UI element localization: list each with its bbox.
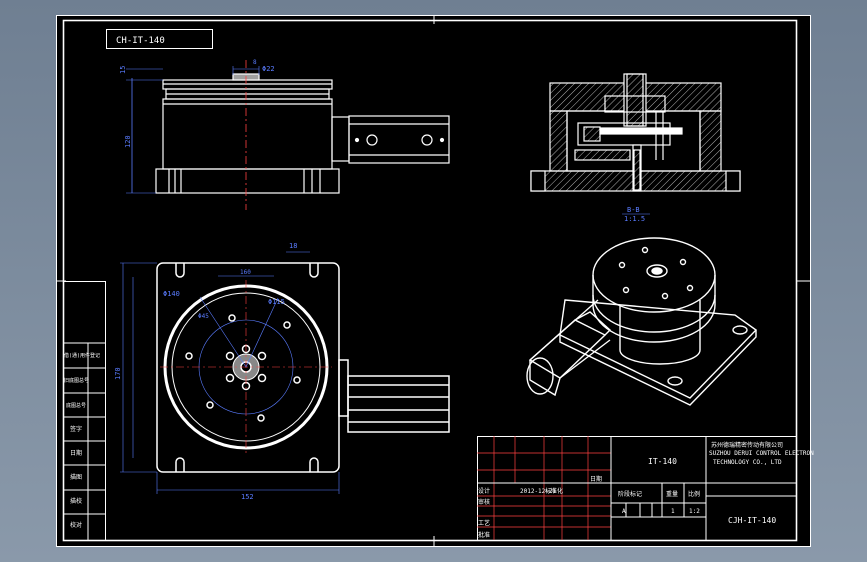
dim-plan-height: 170 (114, 367, 122, 380)
part-name: IT-140 (648, 457, 677, 466)
label-check: 审核 (478, 498, 490, 506)
section-label: B-B (627, 206, 640, 214)
drawing-number: CJH-IT-140 (728, 516, 776, 525)
left-label-1: 旧底图总号 (64, 377, 89, 384)
label-designer: 设计 (478, 487, 490, 495)
dim-plan-width: 152 (241, 493, 254, 501)
left-label-3: 签字 (70, 425, 82, 433)
cad-drawing-canvas[interactable]: CH-IT-140 借(通)用件登记 旧底图总号 底图总号 签字 日期 描图 描… (0, 0, 867, 562)
quantity-value: 1 (671, 508, 675, 515)
left-label-5: 描图 (70, 473, 82, 481)
left-label-2: 底图总号 (66, 402, 86, 409)
dim-plan-top: 18 (289, 242, 297, 250)
dim-plan-inner-width: 160 (240, 269, 251, 276)
company-name-cn: 苏州德瑞精密传动有限公司 (711, 441, 783, 449)
label-weight: 重量 (666, 490, 678, 498)
dim-plan-dia-big: Φ140 (163, 290, 180, 298)
label-standard: 标准化 (545, 487, 563, 495)
dim-plan-pcd: Φ45 (198, 313, 209, 320)
stage-value: A (622, 508, 626, 515)
label-scale: 比例 (688, 490, 700, 498)
dim-side-top: 15 (119, 66, 127, 74)
left-label-0: 借(通)用件登记 (64, 352, 100, 359)
company-name-en-2: TECHNOLOGY CO., LTD (713, 459, 782, 466)
dim-plan-dia-inner: Φ115 (268, 298, 285, 306)
label-approve: 批准 (478, 531, 490, 539)
section-scale: 1:1.5 (624, 215, 645, 223)
label-date: 日期 (590, 475, 602, 483)
code-box-text: CH-IT-140 (116, 36, 165, 46)
label-stage-mark: 阶段标记 (618, 490, 642, 498)
dim-side-small: 8 (253, 59, 257, 66)
dim-side-dia: Φ22 (262, 65, 275, 73)
left-label-7: 校对 (70, 521, 82, 529)
section-view (530, 73, 741, 192)
cad-viewport[interactable]: CH-IT-140 借(通)用件登记 旧底图总号 底图总号 签字 日期 描图 描… (0, 0, 867, 562)
left-label-4: 日期 (70, 449, 82, 457)
label-process: 工艺 (478, 519, 490, 527)
company-name-en-1: SUZHOU DERUI CONTROL ELECTRON (709, 450, 814, 457)
scale-value: 1:2 (689, 508, 700, 515)
dim-side-height: 120 (124, 135, 132, 148)
left-label-6: 描校 (70, 497, 82, 505)
